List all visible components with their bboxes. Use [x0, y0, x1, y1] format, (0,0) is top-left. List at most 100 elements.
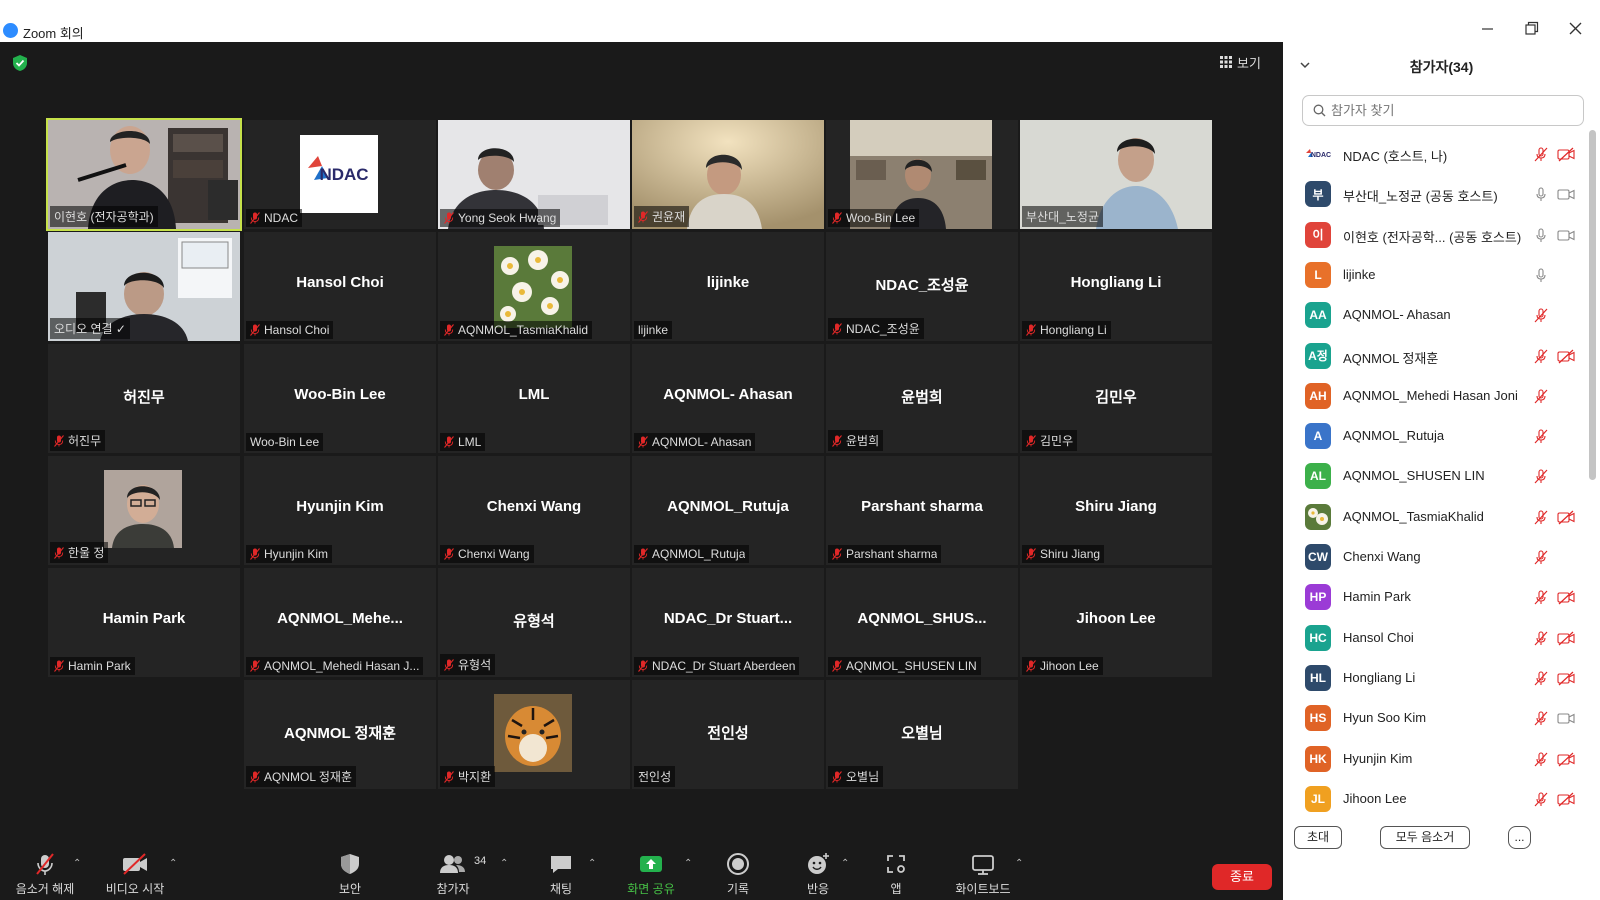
- video-tile[interactable]: AQNMOL_Mehe... AQNMOL_Mehedi Hasan J...: [244, 568, 436, 677]
- participant-avatar: HK: [1305, 745, 1331, 772]
- chat-options-caret[interactable]: ⌃: [588, 858, 596, 869]
- video-tile[interactable]: Shiru Jiang Shiru Jiang: [1020, 456, 1212, 565]
- video-tile[interactable]: AQNMOL_Rutuja AQNMOL_Rutuja: [632, 456, 824, 565]
- participant-row[interactable]: HK Hyunjin Kim: [1283, 739, 1588, 779]
- share-options-caret[interactable]: ⌃: [684, 858, 692, 869]
- video-tile[interactable]: lijinke lijinke: [632, 232, 824, 341]
- video-tile[interactable]: Woo-Bin Lee: [826, 120, 1018, 229]
- video-tile[interactable]: 부산대_노정균: [1020, 120, 1212, 229]
- restore-icon[interactable]: [1519, 16, 1545, 40]
- video-tile[interactable]: 오별님 오별님: [826, 680, 1018, 789]
- share-screen-button[interactable]: 화면 공유: [622, 852, 680, 897]
- video-tile[interactable]: Chenxi Wang Chenxi Wang: [438, 456, 630, 565]
- video-tile[interactable]: 김민우 김민우: [1020, 344, 1212, 453]
- participants-options-caret[interactable]: ⌃: [500, 858, 508, 869]
- record-button[interactable]: 기록: [720, 852, 756, 897]
- participant-search[interactable]: [1302, 95, 1584, 126]
- participant-row[interactable]: HC Hansol Choi: [1283, 618, 1588, 658]
- video-tile[interactable]: Yong Seok Hwang: [438, 120, 630, 229]
- participant-row[interactable]: NDAC NDAC (호스트, 나): [1283, 134, 1588, 174]
- panel-scrollbar[interactable]: [1589, 130, 1596, 480]
- video-tile[interactable]: 박지환: [438, 680, 630, 789]
- minimize-icon[interactable]: [1475, 16, 1501, 40]
- start-video-button[interactable]: 비디오 시작: [102, 852, 168, 897]
- chat-bubble-icon: [551, 856, 571, 873]
- smiley-icon: [808, 853, 829, 874]
- end-meeting-button[interactable]: 종료: [1212, 864, 1272, 890]
- participant-row[interactable]: A AQNMOL_Rutuja: [1283, 416, 1588, 456]
- whiteboard-button[interactable]: 화이트보드: [950, 852, 1016, 897]
- tile-name-text: 윤범희: [846, 434, 880, 448]
- video-tile[interactable]: Jihoon Lee Jihoon Lee: [1020, 568, 1212, 677]
- video-tile[interactable]: AQNMOL 정재훈 AQNMOL 정재훈: [244, 680, 436, 789]
- tile-display-name: Woo-Bin Lee: [294, 386, 386, 403]
- whiteboard-options-caret[interactable]: ⌃: [1015, 858, 1023, 869]
- video-off-icon: [1557, 147, 1575, 162]
- video-tile[interactable]: 전인성 전인성: [632, 680, 824, 789]
- video-tile[interactable]: 권윤재: [632, 120, 824, 229]
- audio-options-caret[interactable]: ⌃: [73, 858, 81, 869]
- video-tile[interactable]: Hongliang Li Hongliang Li: [1020, 232, 1212, 341]
- video-tile[interactable]: Hansol Choi Hansol Choi: [244, 232, 436, 341]
- tile-name-text: Woo-Bin Lee: [250, 435, 320, 449]
- search-input[interactable]: [1331, 103, 1571, 118]
- participant-row[interactable]: HS Hyun Soo Kim: [1283, 698, 1588, 738]
- video-tile[interactable]: LML LML: [438, 344, 630, 453]
- video-tile[interactable]: 이현호 (전자공학과): [46, 118, 242, 231]
- unmute-button[interactable]: 음소거 해제: [12, 852, 78, 897]
- video-tile[interactable]: Hamin Park Hamin Park: [48, 568, 240, 677]
- video-tile[interactable]: Hyunjin Kim Hyunjin Kim: [244, 456, 436, 565]
- participant-row[interactable]: CW Chenxi Wang: [1283, 537, 1588, 577]
- security-button[interactable]: 보안: [330, 852, 370, 897]
- video-tile[interactable]: 윤범희 윤범희: [826, 344, 1018, 453]
- title-bar: Zoom 회의: [0, 0, 1600, 42]
- meeting-toolbar: 음소거 해제 ⌃ 비디오 시작 ⌃ 보안 참가자 34 ⌃ 채팅 ⌃ 화면 공유…: [0, 842, 1283, 900]
- participant-row[interactable]: 부 부산대_노정균 (공동 호스트): [1283, 174, 1588, 214]
- video-tile[interactable]: AQNMOL- Ahasan AQNMOL- Ahasan: [632, 344, 824, 453]
- video-off-icon: [1557, 510, 1575, 525]
- video-tile[interactable]: NDAC_조성윤 NDAC_조성윤: [826, 232, 1018, 341]
- video-tile[interactable]: 유형석 유형석: [438, 568, 630, 677]
- video-tile[interactable]: NDAC_Dr Stuart... NDAC_Dr Stuart Aberdeen: [632, 568, 824, 677]
- video-tile[interactable]: 한울 정: [48, 456, 240, 565]
- mic-off-icon: [444, 212, 454, 224]
- video-tile[interactable]: 허진무 허진무: [48, 344, 240, 453]
- reactions-options-caret[interactable]: ⌃: [841, 858, 849, 869]
- tile-name-label: 부산대_노정균: [1022, 206, 1103, 227]
- tile-display-name: 허진무: [123, 389, 165, 406]
- participant-row[interactable]: Llijinke: [1283, 255, 1588, 295]
- participant-row[interactable]: AQNMOL_TasmiaKhalid: [1283, 497, 1588, 537]
- participant-row[interactable]: JL Jihoon Lee: [1283, 779, 1588, 819]
- video-tile[interactable]: NDAC NDAC: [244, 120, 436, 229]
- view-button[interactable]: 보기: [1220, 52, 1261, 72]
- video-tile[interactable]: 오디오 연결 ✓: [48, 232, 240, 341]
- mute-all-button[interactable]: 모두 음소거: [1380, 826, 1470, 849]
- tile-name-text: 오별님: [846, 770, 880, 784]
- tile-display-name: LML: [518, 386, 550, 403]
- video-tile[interactable]: Parshant sharma Parshant sharma: [826, 456, 1018, 565]
- more-options-button[interactable]: ...: [1508, 826, 1531, 849]
- participant-row[interactable]: AH AQNMOL_Mehedi Hasan Joni: [1283, 376, 1588, 416]
- close-icon[interactable]: [1563, 16, 1589, 40]
- participant-avatar: HS: [1305, 705, 1331, 732]
- chat-button[interactable]: 채팅: [543, 852, 579, 897]
- reactions-button[interactable]: 반응: [800, 852, 836, 897]
- participant-row[interactable]: AA AQNMOL- Ahasan: [1283, 295, 1588, 335]
- encryption-shield-icon[interactable]: [12, 54, 28, 72]
- participant-row[interactable]: AL AQNMOL_SHUSEN LIN: [1283, 456, 1588, 496]
- mic-off-icon: [54, 660, 64, 672]
- video-on-icon: [1557, 230, 1575, 241]
- participant-row[interactable]: A정 AQNMOL 정재훈: [1283, 336, 1588, 376]
- zoom-logo-icon: [3, 23, 18, 38]
- apps-button[interactable]: 앱: [880, 852, 912, 897]
- video-options-caret[interactable]: ⌃: [169, 858, 177, 869]
- invite-button[interactable]: 초대: [1294, 826, 1342, 849]
- participants-button[interactable]: 참가자: [430, 852, 476, 897]
- tile-name-text: 김민우: [1040, 434, 1074, 448]
- video-tile[interactable]: AQNMOL_SHUS... AQNMOL_SHUSEN LIN: [826, 568, 1018, 677]
- participant-row[interactable]: HL Hongliang Li: [1283, 658, 1588, 698]
- participant-row[interactable]: 이 이현호 (전자공학... (공동 호스트): [1283, 215, 1588, 255]
- participant-row[interactable]: HP Hamin Park: [1283, 577, 1588, 617]
- video-tile[interactable]: AQNMOL_TasmiaKhalid: [438, 232, 630, 341]
- video-tile[interactable]: Woo-Bin Lee Woo-Bin Lee: [244, 344, 436, 453]
